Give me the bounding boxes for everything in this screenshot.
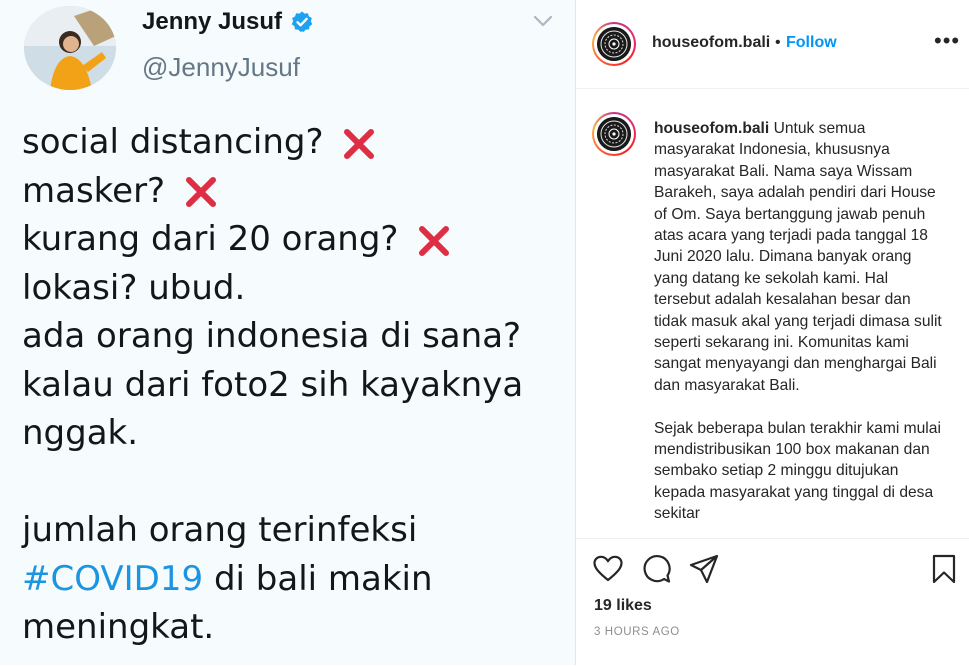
tweet-line: masker? (22, 167, 567, 216)
tweet-line: social distancing? (22, 118, 567, 167)
avatar[interactable] (592, 112, 636, 156)
avatar[interactable] (592, 22, 636, 66)
avatar[interactable] (24, 6, 116, 90)
caption-text: houseofom.bali Untuk semua masyarakat In… (654, 118, 944, 525)
tweet-line: jumlah orang terinfeksi (22, 510, 418, 550)
tweet-line: ada orang indonesia di sana? (22, 316, 522, 356)
cross-mark-icon (185, 177, 216, 207)
tweet-line: lokasi? ubud. (22, 267, 246, 308)
tweet-author-handle[interactable]: @JennyJusuf (142, 52, 300, 83)
mandala-logo-icon (597, 27, 631, 61)
caption-username[interactable]: houseofom.bali (654, 120, 769, 137)
post-actions: 19 likes 3 HOURS AGO (576, 538, 969, 666)
tweet-card: Jenny Jusuf @JennyJusuf social distancin… (0, 0, 575, 665)
caption-paragraph: Untuk semua masyarakat Indonesia, khusus… (654, 120, 942, 394)
tweet-line: #COVID19 di bali makin (22, 558, 433, 599)
hashtag-link[interactable]: #COVID19 (22, 559, 203, 599)
avatar-photo (24, 6, 116, 90)
tweet-author-name[interactable]: Jenny Jusuf (142, 8, 282, 36)
verified-badge-icon (291, 11, 313, 32)
comment-icon[interactable] (640, 553, 672, 585)
follow-button[interactable]: Follow (786, 34, 837, 52)
instagram-panel: houseofom.bali • Follow ••• houseofom.ba… (576, 0, 969, 665)
chevron-down-icon[interactable] (528, 10, 558, 32)
cross-mark-icon (419, 225, 450, 256)
post-timestamp[interactable]: 3 HOURS AGO (594, 626, 680, 638)
like-count[interactable]: 19 likes (594, 597, 652, 615)
tweet-line: kurang dari 20 orang? (22, 215, 567, 264)
post-header: houseofom.bali • Follow ••• (576, 0, 969, 89)
tweet-line: meningkat. (22, 607, 215, 647)
mandala-logo-icon (597, 117, 631, 151)
tweet-line: nggak. (22, 413, 139, 453)
post-caption: houseofom.bali Untuk semua masyarakat In… (576, 104, 969, 537)
tweet-author[interactable]: Jenny Jusuf (142, 8, 314, 36)
post-username[interactable]: houseofom.bali (652, 34, 770, 52)
cross-mark-icon (344, 128, 375, 159)
bookmark-icon[interactable] (928, 553, 960, 585)
more-options-icon[interactable]: ••• (934, 28, 960, 54)
caption-paragraph: Sejak beberapa bulan terakhir kami mulai… (654, 419, 941, 523)
tweet-line: kalau dari foto2 sih kayaknya (22, 364, 524, 405)
share-icon[interactable] (688, 553, 720, 585)
tweet-text: social distancing? masker? kurang dari 2… (22, 118, 567, 652)
heart-icon[interactable] (592, 553, 624, 585)
separator-dot: • (775, 34, 781, 51)
